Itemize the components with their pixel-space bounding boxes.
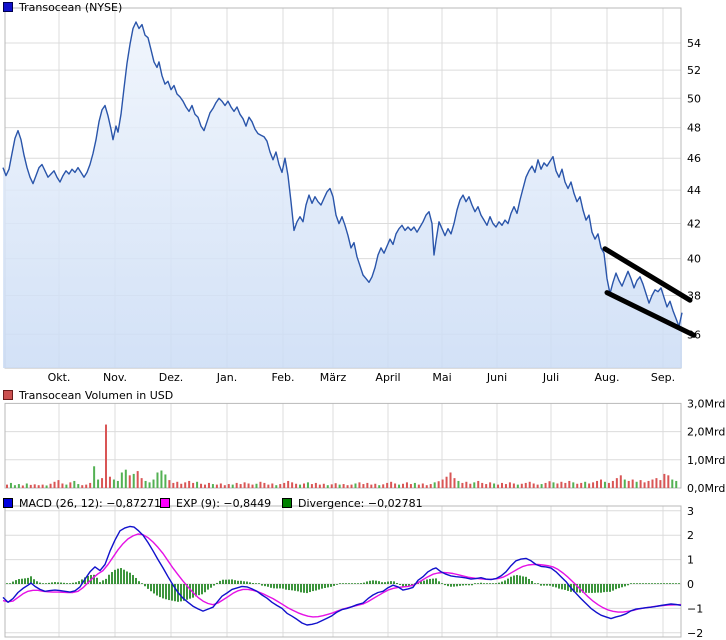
svg-text:2,0Mrd: 2,0Mrd [687,426,725,439]
exp-legend-item: EXP (9): −0,8449 [160,498,271,509]
exp-series-swatch-icon [160,498,170,508]
svg-text:50: 50 [687,92,701,105]
svg-text:Aug.: Aug. [595,371,620,384]
svg-text:Juni: Juni [486,371,507,384]
svg-text:Mai: Mai [432,371,451,384]
svg-text:42: 42 [687,218,701,231]
macd-legend-item: MACD (26, 12): −0,87271 [3,498,161,509]
divergence-legend-label: Divergence: −0,02781 [298,497,423,510]
svg-text:38: 38 [687,289,701,302]
svg-text:Feb.: Feb. [272,371,295,384]
svg-text:36: 36 [687,328,701,341]
divergence-series-swatch-icon [282,498,292,508]
macd-legend-label: MACD (26, 12): −0,87271 [19,497,161,510]
volume-title: Transocean Volumen in USD [19,389,173,402]
svg-text:0,0Mrd: 0,0Mrd [687,482,725,495]
svg-text:Okt.: Okt. [48,371,71,384]
chart-title: Transocean (NYSE) [19,1,122,14]
svg-text:44: 44 [687,184,701,197]
exp-legend-label: EXP (9): −0,8449 [176,497,271,510]
divergence-legend-item: Divergence: −0,02781 [282,498,423,509]
svg-text:Nov.: Nov. [103,371,127,384]
chart-canvas: 54 52 50 48 46 44 42 40 38 36 Okt. Nov. Dez. Jan. Feb.… [0,0,726,640]
svg-text:Juli: Juli [542,371,559,384]
svg-text:2: 2 [687,529,694,542]
svg-text:−1: −1 [687,602,703,615]
svg-text:52: 52 [687,64,701,77]
stock-chart-page: 54 52 50 48 46 44 42 40 38 36 Okt. Nov. Dez. Jan. Feb.… [0,0,726,640]
svg-text:46: 46 [687,152,701,165]
price-panel-legend: Transocean (NYSE) [3,2,122,14]
svg-text:40: 40 [687,253,701,266]
svg-text:−2: −2 [687,627,703,640]
volume-series-swatch-icon [3,390,13,400]
svg-text:Jan.: Jan. [216,371,237,384]
svg-text:0: 0 [687,578,694,591]
macd-series-swatch-icon [3,498,13,508]
volume-panel-legend: Transocean Volumen in USD [3,390,173,402]
svg-text:54: 54 [687,37,701,50]
svg-text:April: April [375,371,400,384]
svg-text:48: 48 [687,122,701,135]
svg-text:Dez.: Dez. [159,371,184,384]
svg-text:3,0Mrd: 3,0Mrd [687,397,725,410]
macd-panel-legend: MACD (26, 12): −0,87271 EXP (9): −0,8449… [0,498,726,511]
svg-text:1: 1 [687,554,694,567]
svg-text:Sep.: Sep. [651,371,675,384]
price-series-swatch-icon [3,2,13,12]
svg-text:März: März [320,371,347,384]
svg-text:1,0Mrd: 1,0Mrd [687,454,725,467]
